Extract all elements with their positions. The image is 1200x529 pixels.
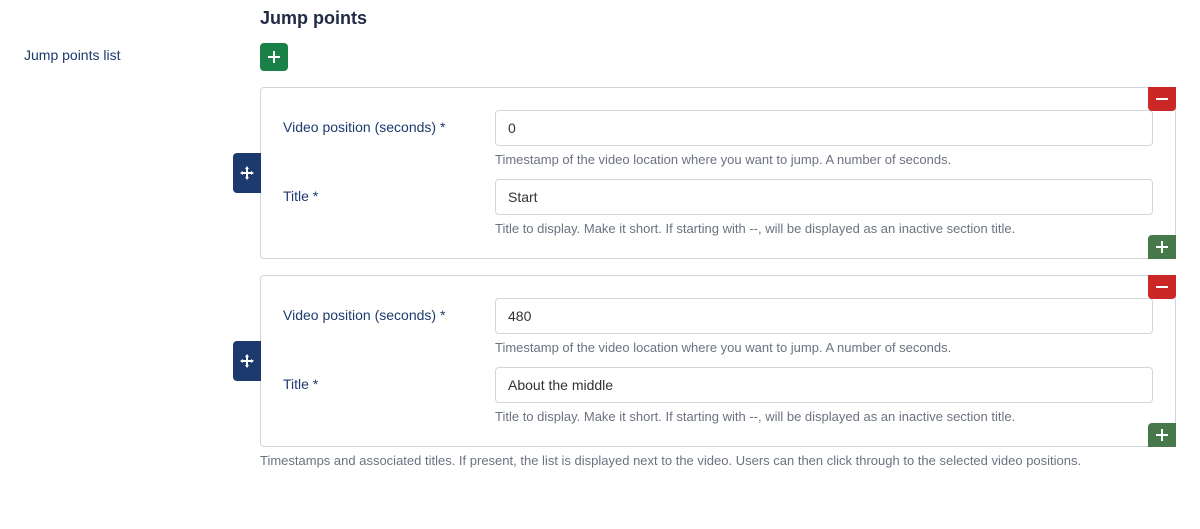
insert-jump-point-button[interactable]	[1148, 235, 1176, 259]
add-jump-point-button[interactable]	[260, 43, 288, 71]
plus-icon	[1156, 241, 1168, 253]
video-position-help: Timestamp of the video location where yo…	[495, 340, 1153, 355]
drag-handle[interactable]	[233, 153, 261, 193]
video-position-help: Timestamp of the video location where yo…	[495, 152, 1153, 167]
move-icon	[240, 166, 254, 180]
minus-icon	[1156, 93, 1168, 105]
insert-jump-point-button[interactable]	[1148, 423, 1176, 447]
minus-icon	[1156, 281, 1168, 293]
jump-point-card: Video position (seconds) * Timestamp of …	[260, 275, 1176, 447]
title-label: Title *	[283, 179, 495, 236]
title-help: Title to display. Make it short. If star…	[495, 221, 1153, 236]
remove-jump-point-button[interactable]	[1148, 275, 1176, 299]
jump-points-list-label: Jump points list	[24, 47, 120, 63]
plus-icon	[268, 51, 280, 63]
title-input[interactable]	[495, 179, 1153, 215]
video-position-label: Video position (seconds) *	[283, 298, 495, 355]
title-label: Title *	[283, 367, 495, 424]
drag-handle[interactable]	[233, 341, 261, 381]
title-help: Title to display. Make it short. If star…	[495, 409, 1153, 424]
remove-jump-point-button[interactable]	[1148, 87, 1176, 111]
jump-point-card: Video position (seconds) * Timestamp of …	[260, 87, 1176, 259]
video-position-input[interactable]	[495, 110, 1153, 146]
jump-points-list-help: Timestamps and associated titles. If pre…	[260, 453, 1176, 468]
move-icon	[240, 354, 254, 368]
title-input[interactable]	[495, 367, 1153, 403]
section-heading: Jump points	[260, 8, 1176, 29]
video-position-label: Video position (seconds) *	[283, 110, 495, 167]
video-position-input[interactable]	[495, 298, 1153, 334]
plus-icon	[1156, 429, 1168, 441]
